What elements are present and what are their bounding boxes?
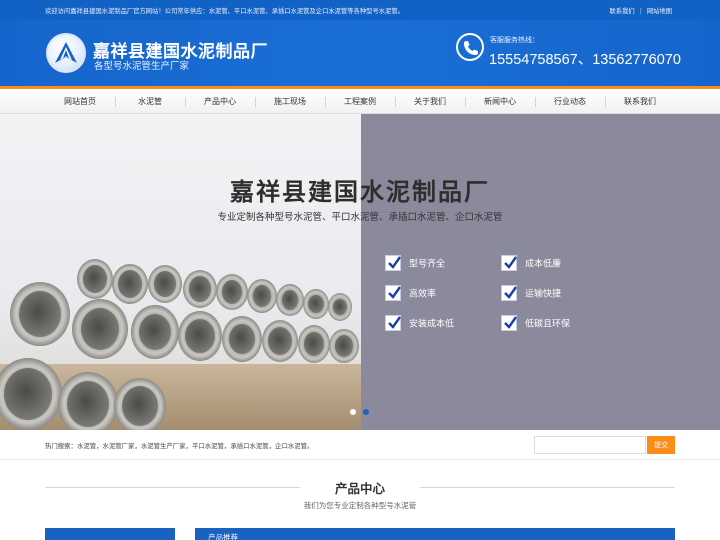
logo[interactable]: [46, 33, 86, 73]
check-icon: [385, 255, 401, 271]
nav-item-news[interactable]: 新闻中心: [465, 89, 535, 114]
banner-subtitle: 专业定制各种型号水泥管、平口水泥管、承插口水泥管、企口水泥管: [217, 212, 503, 223]
banner-title: 嘉祥县建国水泥制品厂: [230, 178, 490, 206]
main-nav: 网站首页 水泥管 产品中心 施工现场 工程案例 关于我们 新闻中心 行业动态 联…: [0, 86, 720, 114]
brand-slogan: 各型号水泥管生产厂家: [94, 61, 190, 72]
feature-item: 低碳且环保: [501, 315, 570, 331]
logo-emblem-icon: [55, 42, 77, 63]
banner-right-panel: [361, 114, 720, 430]
hotline-label: 客服服务热线：: [490, 36, 539, 44]
welcome-text: 欢迎访问嘉祥县建国水泥制品厂官方网站！公司常年供应：水泥管、平口水泥管、承插口水…: [45, 8, 404, 15]
products-title: 产品中心: [334, 481, 385, 496]
feature-item: 运输快捷: [501, 285, 561, 301]
top-link-divider: |: [639, 8, 642, 15]
product-category-sidebar: [45, 528, 175, 540]
top-link-contact[interactable]: 联系我们: [610, 6, 635, 15]
recommended-products-header: 产品推荐: [195, 528, 675, 540]
site-header: 嘉祥县建国水泥制品厂 各型号水泥管生产厂家 客服服务热线： 1555475856…: [0, 20, 720, 86]
nav-item-contact[interactable]: 联系我们: [605, 89, 675, 114]
feature-item: 安装成本低: [385, 315, 454, 331]
feature-item: 型号齐全: [385, 255, 445, 271]
nav-item-cement-pipe[interactable]: 水泥管: [115, 89, 185, 114]
nav-item-construction-site[interactable]: 施工现场: [255, 89, 325, 114]
nav-item-home[interactable]: 网站首页: [45, 89, 115, 114]
check-icon: [385, 285, 401, 301]
hero-banner: 嘉祥县建国水泥制品厂 专业定制各种型号水泥管、平口水泥管、承插口水泥管、企口水泥…: [0, 114, 720, 430]
check-icon: [385, 315, 401, 331]
nav-item-products[interactable]: 产品中心: [185, 89, 255, 114]
check-icon: [501, 255, 517, 271]
hotline-number: 15554758567、13562776070: [489, 52, 681, 68]
recommended-label: 产品推荐: [208, 533, 238, 540]
check-icon: [501, 285, 517, 301]
products-subtitle: 我们为您专业定制各种型号水泥管: [303, 501, 417, 510]
cement-pipes-image: [0, 259, 361, 430]
hot-search-text: 热门搜索：水泥管，水泥管厂家，水泥管生产厂家，平口水泥管，承插口水泥管，企口水泥…: [45, 442, 314, 450]
top-links: 联系我们 | 网站地图: [610, 6, 673, 15]
search-input[interactable]: [534, 436, 646, 454]
nav-item-industry[interactable]: 行业动态: [535, 89, 605, 114]
feature-item: 成本低廉: [501, 255, 561, 271]
feature-item: 高效率: [385, 285, 436, 301]
nav-item-cases[interactable]: 工程案例: [325, 89, 395, 114]
check-icon: [501, 315, 517, 331]
nav-item-about[interactable]: 关于我们: [395, 89, 465, 114]
slider-dot-2[interactable]: [363, 409, 369, 415]
phone-icon: [456, 33, 484, 61]
search-submit-button[interactable]: 提交: [647, 436, 675, 454]
slider-dot-1[interactable]: [350, 409, 356, 415]
top-link-sitemap[interactable]: 网站地图: [647, 6, 672, 15]
products-section-header: 产品中心 我们为您专业定制各种型号水泥管: [45, 478, 675, 518]
top-bar: 欢迎访问嘉祥县建国水泥制品厂官方网站！公司常年供应：水泥管、平口水泥管、承插口水…: [0, 0, 720, 20]
hot-search-bar: 热门搜索：水泥管，水泥管厂家，水泥管生产厂家，平口水泥管，承插口水泥管，企口水泥…: [0, 430, 720, 460]
